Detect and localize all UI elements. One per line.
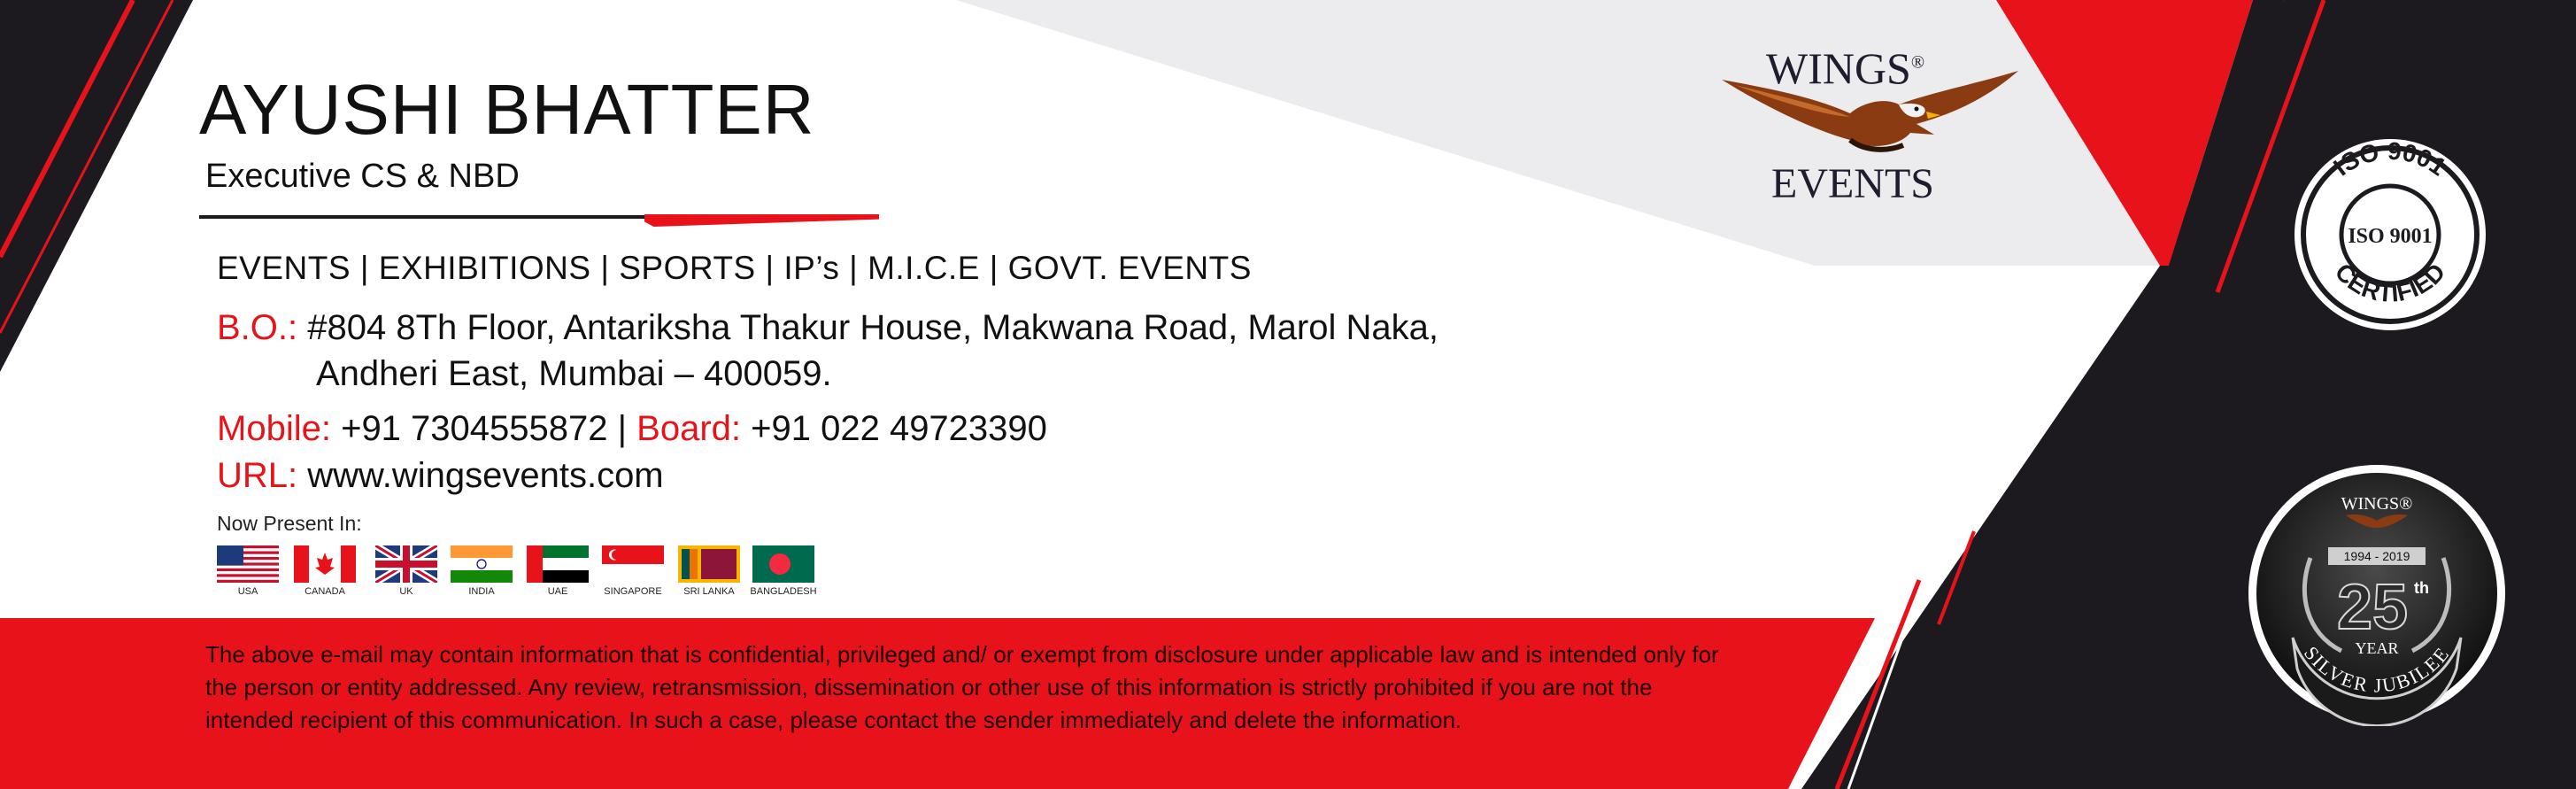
jubilee-year-word: YEAR — [2356, 639, 2399, 657]
address-line-2: Andheri East, Mumbai – 400059. — [316, 354, 832, 393]
person-name: AYUSHI BHATTER — [199, 70, 815, 149]
india-flag-icon — [451, 545, 513, 583]
address-text-1: #804 8Th Floor, Antariksha Thakur House,… — [307, 308, 1438, 347]
services-list: EVENTS | EXHIBITIONS | SPORTS | IP’s | M… — [217, 250, 1252, 286]
usa-flag-icon — [217, 545, 279, 583]
mobile-number[interactable]: +91 7304555872 | — [341, 409, 627, 448]
url-label: URL: — [217, 456, 298, 495]
country-label-uk: UK — [399, 586, 413, 597]
address-line-1: B.O.: #804 8Th Floor, Antariksha Thakur … — [217, 308, 1438, 348]
phone-line: Mobile: +91 7304555872 | Board: +91 022 … — [217, 409, 1047, 449]
jubilee-suffix: th — [2414, 579, 2429, 597]
email-disclaimer: The above e-mail may contain information… — [205, 641, 1719, 733]
eagle-logo-icon — [1722, 71, 2018, 152]
country-label-bangladesh: BANGLADESH — [750, 586, 817, 597]
uk-flag-icon — [375, 545, 437, 583]
mobile-label: Mobile: — [217, 409, 331, 448]
iso-certified-badge: ISO 9001 ISO 9001 CERTIFIED — [2294, 137, 2486, 330]
address-label: B.O.: — [217, 308, 298, 347]
bangladesh-flag-icon — [752, 545, 814, 583]
singapore-flag-icon — [602, 545, 664, 583]
website-link[interactable]: www.wingsevents.com — [307, 456, 663, 495]
present-in-label: Now Present In: — [217, 512, 362, 535]
uae-flag-icon — [527, 545, 589, 583]
canada-flag-icon — [294, 545, 356, 583]
person-designation: Executive CS & NBD — [205, 158, 520, 195]
country-label-sri-lanka: SRI LANKA — [683, 586, 735, 597]
country-label-india: INDIA — [468, 586, 495, 597]
wings-logo-subtitle: EVENTS — [1771, 160, 1934, 207]
jubilee-years: 1994 - 2019 — [2344, 549, 2410, 563]
url-line: URL: www.wingsevents.com — [217, 456, 664, 496]
country-label-singapore: SINGAPORE — [604, 586, 662, 597]
silver-jubilee-badge: WINGS® 1994 - 2019 25 th YEAR SILVER JUB… — [2248, 465, 2505, 726]
iso-center-text: ISO 9001 — [2348, 225, 2432, 248]
jubilee-brand: WINGS® — [2341, 494, 2413, 514]
country-label-usa: USA — [237, 586, 258, 597]
jubilee-number: 25 — [2337, 572, 2408, 643]
board-label: Board: — [636, 409, 741, 448]
country-label-uae: UAE — [547, 586, 568, 597]
sri-lanka-flag-icon — [678, 545, 740, 583]
country-label-canada: CANADA — [305, 586, 345, 597]
board-number[interactable]: +91 022 49723390 — [751, 409, 1047, 448]
